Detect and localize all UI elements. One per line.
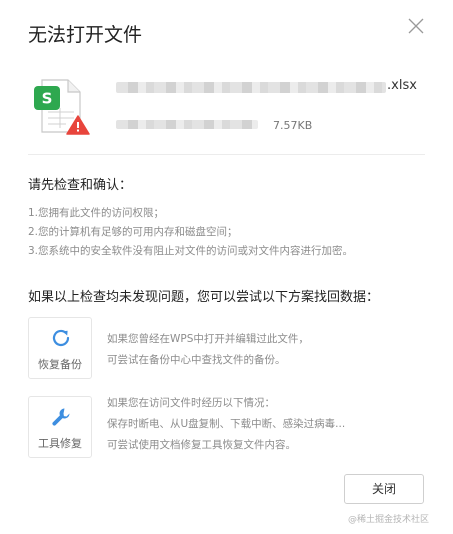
file-extension: .xlsx <box>387 78 417 93</box>
divider <box>28 154 425 155</box>
check-list: 1.您拥有此文件的访问权限； 2.您的计算机有足够的可用内存和磁盘空间； 3.您… <box>28 204 353 261</box>
check-item: 1.您拥有此文件的访问权限； <box>28 207 165 219</box>
description-line: 如果您在访问文件时经历以下情况： <box>107 397 275 409</box>
restore-backup-button[interactable]: 恢复备份 <box>28 317 92 379</box>
restore-backup-description: 如果您曾经在WPS中打开并编辑过此文件， 可尝试在备份中心中查找文件的备份。 <box>107 329 309 371</box>
restore-backup-label: 恢复备份 <box>38 358 82 371</box>
tool-repair-button[interactable]: 工具修复 <box>28 396 92 458</box>
file-name-redacted <box>116 82 386 93</box>
spreadsheet-file-warning-icon: S <box>34 79 90 135</box>
recover-heading: 如果以上检查均未发现问题，您可以尝试以下方案找回数据： <box>28 290 380 305</box>
file-size: 7.57KB <box>273 119 313 132</box>
tool-repair-description: 如果您在访问文件时经历以下情况： 保存时断电、从U盘复制、下载中断、感染过病毒.… <box>107 393 345 456</box>
description-line: 可尝试在备份中心中查找文件的备份。 <box>107 354 286 366</box>
open-file-error-dialog: 无法打开文件 S .xlsx 7.57KB 请先检查和确认： 1.您拥有此文件的… <box>0 0 453 534</box>
spreadsheet-badge-letter: S <box>42 90 53 108</box>
check-item: 2.您的计算机有足够的可用内存和磁盘空间； <box>28 226 238 238</box>
file-path-redacted <box>116 120 258 129</box>
description-line: 可尝试使用文档修复工具恢复文件内容。 <box>107 439 296 451</box>
close-icon[interactable] <box>404 14 428 38</box>
tool-repair-label: 工具修复 <box>38 437 82 450</box>
description-line: 保存时断电、从U盘复制、下载中断、感染过病毒... <box>107 418 346 430</box>
refresh-icon <box>52 329 70 347</box>
check-item: 3.您系统中的安全软件没有阻止对文件的访问或对文件内容进行加密。 <box>28 245 354 257</box>
wrench-icon <box>52 408 70 426</box>
check-heading: 请先检查和确认： <box>28 178 133 193</box>
close-button[interactable]: 关闭 <box>344 474 424 504</box>
dialog-title: 无法打开文件 <box>28 24 143 46</box>
description-line: 如果您曾经在WPS中打开并编辑过此文件， <box>107 333 309 345</box>
watermark: @稀土掘金技术社区 <box>348 515 430 525</box>
